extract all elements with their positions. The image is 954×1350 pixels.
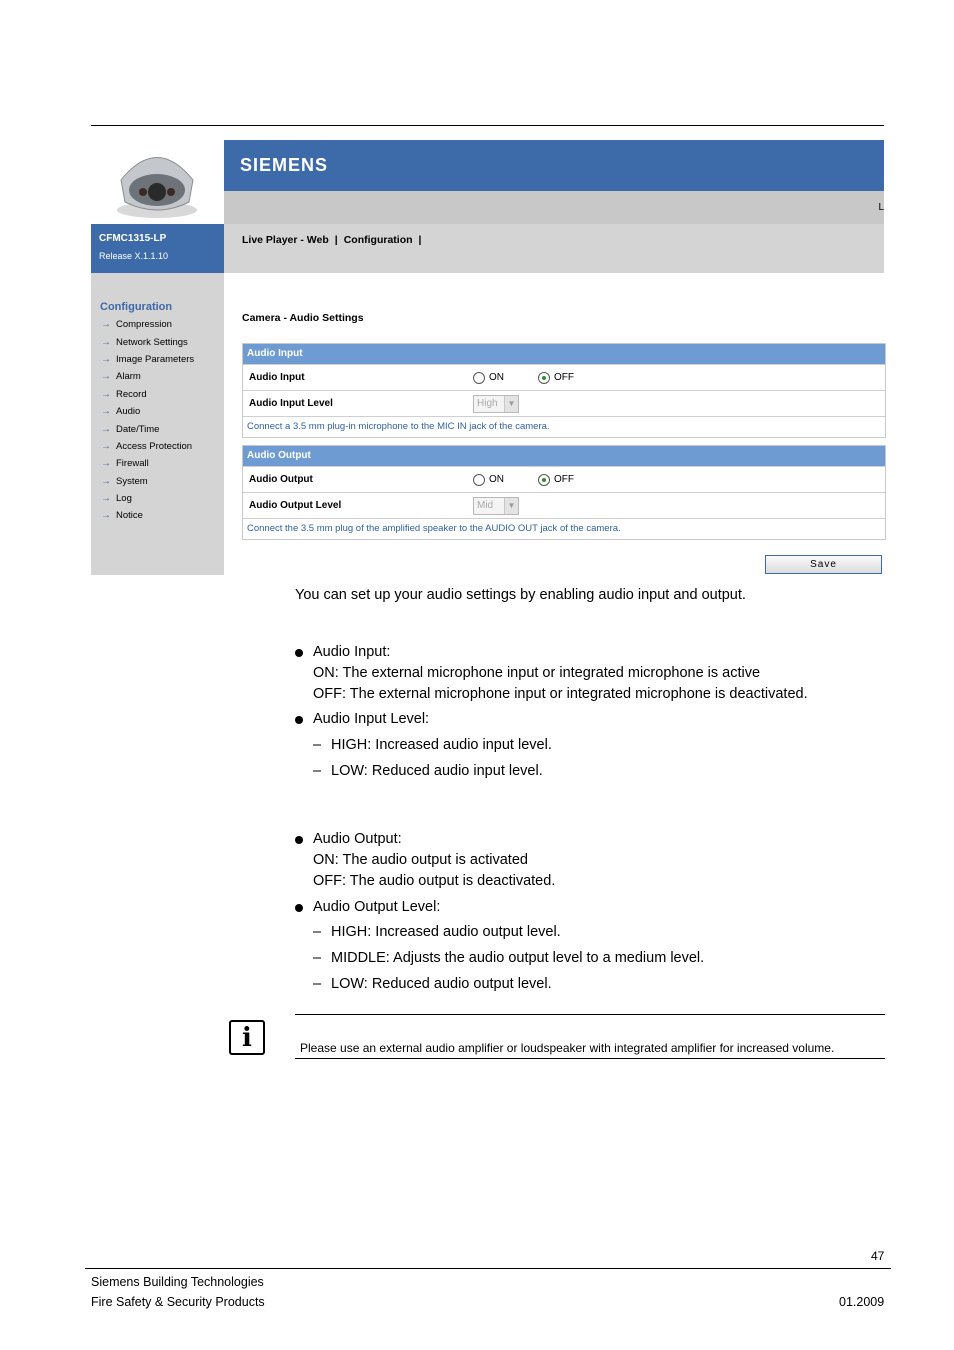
arrow-right-icon: → <box>101 440 111 452</box>
info-rule-top <box>295 1014 885 1015</box>
nav-configuration[interactable]: Configuration <box>344 234 413 246</box>
strip-text: L <box>878 202 884 213</box>
sidebar-item-date-time[interactable]: → Date/Time <box>101 420 194 437</box>
arrow-right-icon: → <box>101 406 111 418</box>
sidebar-item-record[interactable]: → Record <box>101 386 194 403</box>
sidebar: Configuration → Compression → Network Sett… <box>91 273 224 575</box>
arrow-right-icon: → <box>101 458 111 470</box>
bullet-icon <box>295 649 303 657</box>
sidebar-menu: → Compression → Network Settings → Image Pa… <box>101 316 194 525</box>
dash-item: – LOW: Reduced audio output level. <box>313 976 552 992</box>
bullet-icon <box>295 904 303 912</box>
bullet-audio-input: Audio Input: ON: The external microphone… <box>295 642 808 705</box>
arrow-right-icon: → <box>101 493 111 505</box>
sidebar-item-system[interactable]: → System <box>101 473 194 490</box>
sidebar-item-compression[interactable]: → Compression <box>101 316 194 333</box>
radio-label: OFF <box>554 372 574 383</box>
arrow-right-icon: → <box>101 336 111 348</box>
bullet-audio-output: Audio Output: ON: The audio output is ac… <box>295 829 555 892</box>
footer-company: Siemens Building Technologies <box>91 1275 264 1289</box>
audio-output-panel: Audio Output Audio Output ON OFF Audio O… <box>242 445 886 540</box>
sidebar-item-network-settings[interactable]: → Network Settings <box>101 333 194 350</box>
chevron-down-icon: ▼ <box>504 395 518 412</box>
panel-header: Audio Input <box>243 344 885 364</box>
row-label: Audio Output Level <box>249 500 342 511</box>
row-label: Audio Output <box>249 474 313 485</box>
audio-output-row: Audio Output ON OFF <box>243 466 885 492</box>
sidebar-item-alarm[interactable]: → Alarm <box>101 368 194 385</box>
audio-output-note: Connect the 3.5 mm plug of the amplified… <box>243 518 885 539</box>
audio-input-row: Audio Input ON OFF <box>243 364 885 390</box>
nav-separator: | <box>418 234 422 246</box>
chevron-down-icon: ▼ <box>504 497 518 514</box>
audio-output-level-row: Audio Output Level Mid ▼ <box>243 492 885 518</box>
info-rule-bottom <box>295 1058 885 1059</box>
release-version: Release X.1.1.10 <box>99 251 169 261</box>
audio-input-panel: Audio Input Audio Input ON OFF Audio Inp… <box>242 343 886 438</box>
nav-separator: | <box>334 234 338 246</box>
info-icon: i <box>229 1020 265 1055</box>
intro-text: You can set up your audio settings by en… <box>295 587 746 603</box>
radio-label: OFF <box>554 474 574 485</box>
sidebar-item-notice[interactable]: → Notice <box>101 507 194 524</box>
audio-input-radio-group: ON OFF <box>473 371 574 384</box>
arrow-right-icon: → <box>101 319 111 331</box>
model-info: CFMC1315-LP Release X.1.1.10 <box>91 224 224 273</box>
siemens-logo: SIEMENS <box>240 155 329 175</box>
sidebar-item-audio[interactable]: → Audio <box>101 403 194 420</box>
nav-links: Live Player - Web | Configuration | <box>242 234 422 246</box>
arrow-right-icon: → <box>101 371 111 383</box>
audio-input-on-radio[interactable] <box>473 371 485 384</box>
top-strip: L <box>224 191 884 224</box>
audio-output-radio-group: ON OFF <box>473 473 574 486</box>
dash-item: – HIGH: Increased audio input level. <box>313 737 552 753</box>
arrow-right-icon: → <box>101 510 111 522</box>
audio-input-off-radio[interactable] <box>538 371 550 384</box>
audio-output-off-radio[interactable] <box>538 473 550 486</box>
audio-input-note: Connect a 3.5 mm plug-in microphone to t… <box>243 416 885 437</box>
sidebar-item-image-parameters[interactable]: → Image Parameters <box>101 351 194 368</box>
model-name: CFMC1315-LP <box>99 233 167 244</box>
camera-image <box>91 140 224 224</box>
sidebar-item-log[interactable]: → Log <box>101 490 194 507</box>
audio-output-on-radio[interactable] <box>473 473 485 486</box>
bullet-audio-input-level: Audio Input Level: <box>295 709 429 730</box>
sidebar-item-access-protection[interactable]: → Access Protection <box>101 438 194 455</box>
footer-rule <box>85 1268 891 1269</box>
audio-input-level-select[interactable]: High ▼ <box>473 394 519 413</box>
footer-division: Fire Safety & Security Products <box>91 1295 265 1309</box>
page-number: 47 <box>871 1249 885 1263</box>
save-button[interactable]: Save <box>765 555 882 574</box>
bullet-icon <box>295 836 303 844</box>
nav-bar: Live Player - Web | Configuration | <box>224 224 884 273</box>
arrow-right-icon: → <box>101 388 111 400</box>
radio-label: ON <box>489 474 504 485</box>
header-rule <box>91 125 884 126</box>
row-label: Audio Input Level <box>249 398 333 409</box>
dash-item: – MIDDLE: Adjusts the audio output level … <box>313 950 705 966</box>
select-value: Mid <box>477 500 494 511</box>
brand-bar: SIEMENS <box>224 140 884 191</box>
arrow-right-icon: → <box>101 423 111 435</box>
nav-live-player[interactable]: Live Player - Web <box>242 234 329 246</box>
bullet-audio-output-level: Audio Output Level: <box>295 897 440 918</box>
audio-input-level-row: Audio Input Level High ▼ <box>243 390 885 416</box>
sidebar-title[interactable]: Configuration <box>100 301 172 313</box>
arrow-right-icon: → <box>101 353 111 365</box>
select-value: High <box>477 398 498 409</box>
page-title: Camera - Audio Settings <box>242 312 364 324</box>
radio-label: ON <box>489 372 504 383</box>
dash-item: – HIGH: Increased audio output level. <box>313 924 561 940</box>
row-label: Audio Input <box>249 372 305 383</box>
bullet-icon <box>295 716 303 724</box>
dash-item: – LOW: Reduced audio input level. <box>313 763 543 779</box>
arrow-right-icon: → <box>101 475 111 487</box>
footer-date: 01.2009 <box>839 1295 885 1309</box>
sidebar-item-firewall[interactable]: → Firewall <box>101 455 194 472</box>
info-note: Please use an external audio amplifier o… <box>300 1041 835 1055</box>
audio-output-level-select[interactable]: Mid ▼ <box>473 496 519 515</box>
panel-header: Audio Output <box>243 446 885 466</box>
